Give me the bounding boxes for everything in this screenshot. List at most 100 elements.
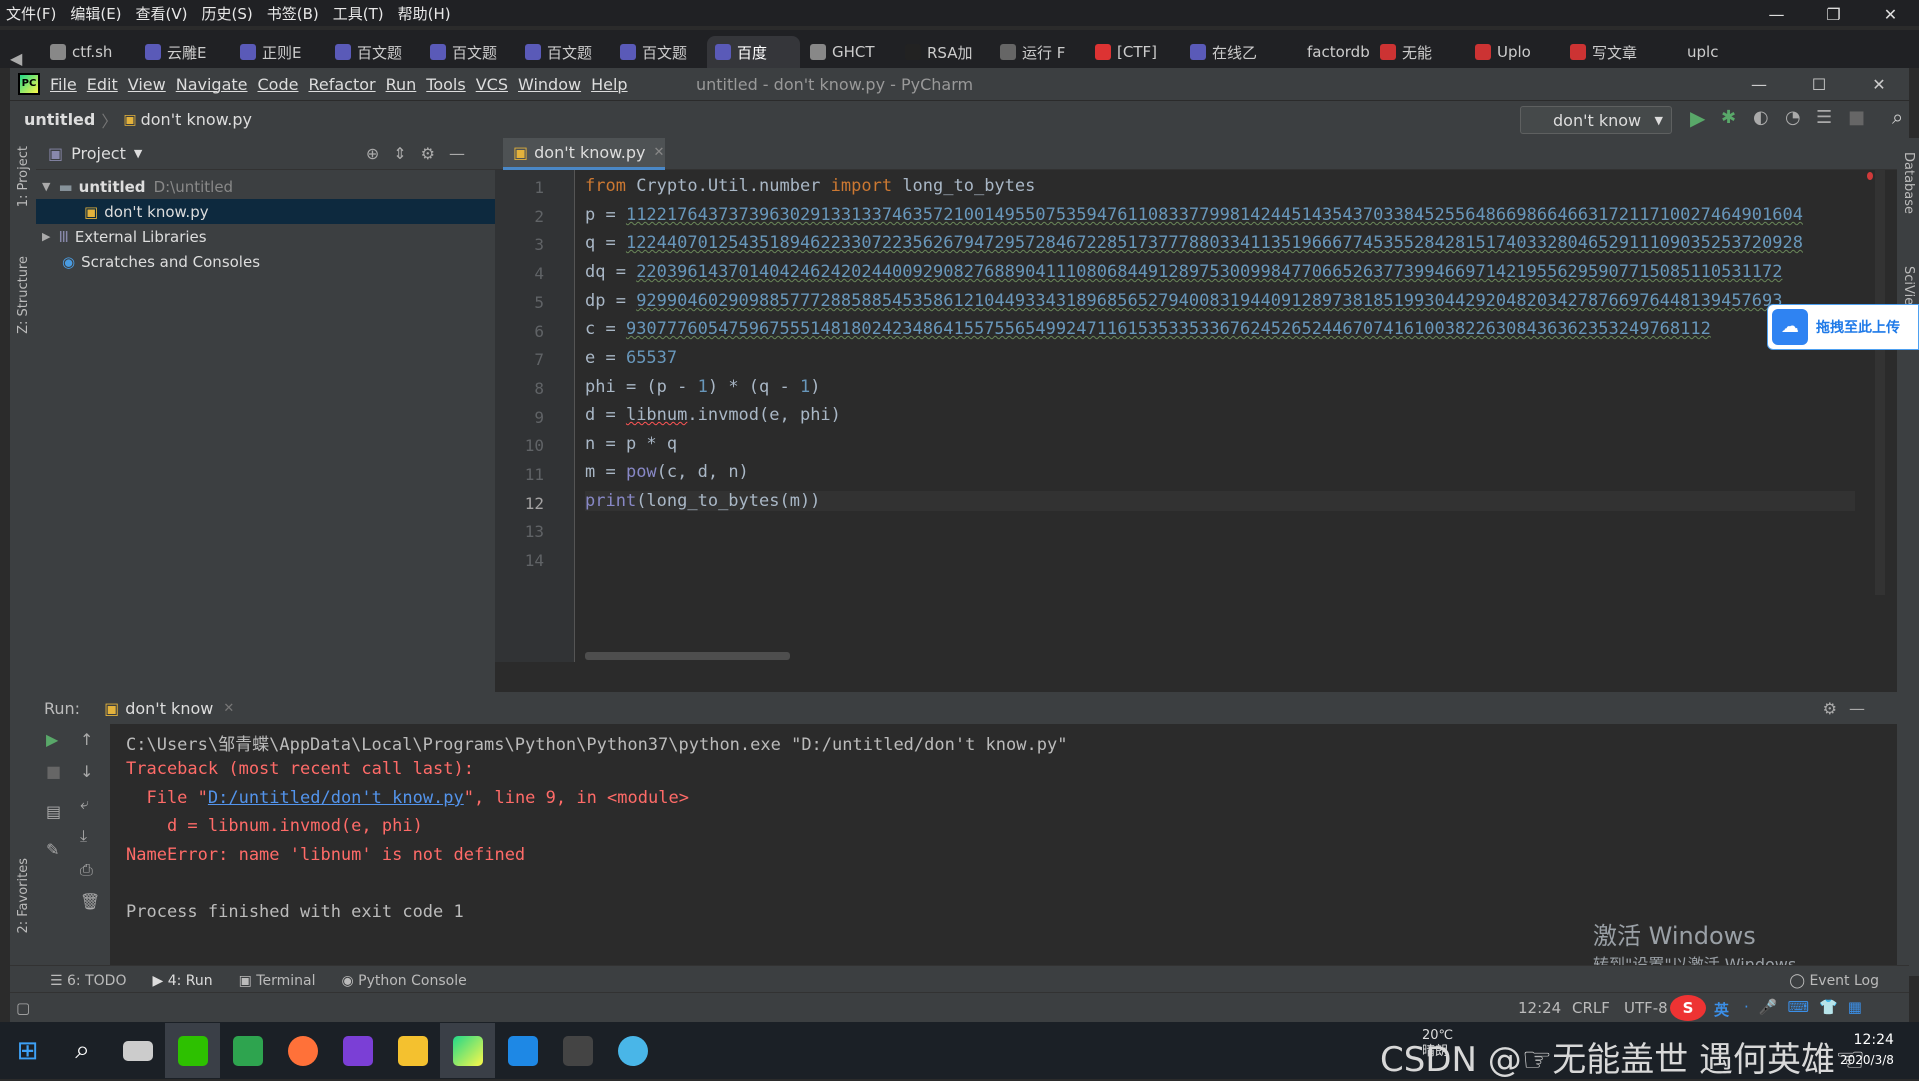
ide-menu-tools[interactable]: Tools bbox=[426, 75, 465, 94]
ide-menu-run[interactable]: Run bbox=[386, 75, 417, 94]
scroll-end-icon[interactable]: ⤓ bbox=[80, 826, 87, 846]
ide-menu-file[interactable]: File bbox=[50, 75, 77, 94]
ide-menu-navigate[interactable]: Navigate bbox=[176, 75, 248, 94]
browser-tab[interactable]: 在线乙 bbox=[1182, 36, 1275, 68]
terminal-tab[interactable]: ▣ Terminal bbox=[239, 973, 316, 989]
caret-position[interactable]: 12:24 bbox=[1518, 999, 1561, 1017]
visual-studio-app[interactable] bbox=[330, 1023, 385, 1078]
stop-icon[interactable]: ■ bbox=[46, 762, 61, 781]
ide-maximize-button[interactable]: ☐ bbox=[1789, 75, 1849, 94]
tree-scratches[interactable]: ◉ Scratches and Consoles bbox=[36, 249, 495, 274]
event-log-tab[interactable]: ◯ Event Log bbox=[1789, 973, 1879, 989]
tree-root[interactable]: ▼ ▬ untitled D:\untitled bbox=[36, 174, 495, 199]
tree-file[interactable]: ▣ don't know.py bbox=[36, 199, 495, 224]
tree-external-libraries[interactable]: ▶ Ⅲ External Libraries bbox=[36, 224, 495, 249]
browser-menu-item[interactable]: 书签(B) bbox=[267, 3, 319, 24]
todo-tab[interactable]: ☰ 6: TODO bbox=[50, 973, 126, 989]
browser-tab[interactable]: GHCT bbox=[802, 36, 895, 68]
ide-menu-view[interactable]: View bbox=[128, 75, 166, 94]
start-button[interactable]: ⊞ bbox=[0, 1023, 55, 1078]
pycharm-app[interactable] bbox=[440, 1023, 495, 1078]
layout-icon[interactable]: ▤ bbox=[46, 802, 61, 821]
ide-menu-vcs[interactable]: VCS bbox=[476, 75, 508, 94]
close-tab-icon[interactable]: ✕ bbox=[654, 145, 665, 160]
browser-menu-item[interactable]: 查看(V) bbox=[136, 3, 188, 24]
breadcrumb-file[interactable]: don't know.py bbox=[141, 110, 252, 129]
browser-tab[interactable]: [CTF] bbox=[1087, 36, 1180, 68]
browser-menu-item[interactable]: 帮助(H) bbox=[398, 3, 451, 24]
concurrency-icon[interactable]: ☰ bbox=[1816, 107, 1832, 128]
browser-tab[interactable]: uplc bbox=[1657, 36, 1750, 68]
tabs-scroll-left-icon[interactable]: ◀ bbox=[10, 49, 40, 68]
wechat-app[interactable] bbox=[165, 1023, 220, 1078]
browser-tab[interactable]: 无能 bbox=[1372, 36, 1465, 68]
debug-icon[interactable]: ✱ bbox=[1721, 107, 1736, 128]
browser-tab[interactable]: Uplo bbox=[1467, 36, 1560, 68]
ide-menu-refactor[interactable]: Refactor bbox=[308, 75, 375, 94]
line-separator[interactable]: CRLF bbox=[1572, 999, 1610, 1017]
browser-tab[interactable]: 百文题 bbox=[327, 36, 420, 68]
file-encoding[interactable]: UTF-8 bbox=[1624, 999, 1668, 1017]
breadcrumb-project[interactable]: untitled bbox=[24, 110, 95, 129]
ide-menu-code[interactable]: Code bbox=[258, 75, 299, 94]
down-icon[interactable]: ↓ bbox=[80, 762, 93, 781]
run-tool-tab[interactable]: ▶ 4: Run bbox=[152, 973, 212, 989]
browser-menu-item[interactable]: 文件(F) bbox=[6, 3, 56, 24]
run-tab[interactable]: don't know bbox=[125, 699, 213, 718]
ide-menu-edit[interactable]: Edit bbox=[87, 75, 118, 94]
ide-menu-window[interactable]: Window bbox=[518, 75, 581, 94]
trash-icon[interactable]: 🗑 bbox=[80, 892, 100, 911]
pin-icon[interactable]: ✎ bbox=[46, 840, 59, 859]
run-config-select[interactable]: don't know ▼ bbox=[1520, 106, 1672, 134]
ide-close-button[interactable]: ✕ bbox=[1849, 75, 1909, 94]
code-editor[interactable]: 1 2 3 4 5 6 7 8 9 10 11 12 13 14 from Crypto.Util.num… bbox=[495, 170, 1897, 662]
traceback-link[interactable]: D:/untitled/don't know.py bbox=[208, 788, 464, 808]
browser-tab[interactable]: 百度 bbox=[707, 36, 800, 68]
browser-tab[interactable]: 正则E bbox=[232, 36, 325, 68]
structure-tool-tab[interactable]: Z: Structure bbox=[16, 256, 31, 334]
close-button[interactable]: ✕ bbox=[1862, 0, 1919, 30]
coverage-icon[interactable]: ◐ bbox=[1753, 107, 1769, 128]
taskbar-search[interactable]: ⌕ bbox=[55, 1023, 110, 1078]
task-view[interactable] bbox=[110, 1023, 165, 1078]
ime-mode[interactable]: 英 bbox=[1714, 999, 1729, 1020]
baidu-upload-widget[interactable]: ☁ 拖拽至此上传 bbox=[1767, 304, 1919, 350]
search-icon[interactable]: ⌕ bbox=[1892, 105, 1903, 129]
editor-tab[interactable]: ▣ don't know.py ✕ bbox=[503, 138, 665, 170]
favorites-tool-tab[interactable]: 2: Favorites bbox=[16, 858, 31, 934]
up-icon[interactable]: ↑ bbox=[80, 730, 93, 749]
project-toolbar-icons[interactable]: ⊕⇕⚙— bbox=[366, 144, 479, 163]
close-tab-icon[interactable]: ✕ bbox=[223, 701, 234, 716]
soft-wrap-icon[interactable]: ⤶ bbox=[80, 794, 89, 814]
layout-toggle-icon[interactable]: ▢ bbox=[16, 999, 30, 1017]
browser-menu-item[interactable]: 历史(S) bbox=[202, 3, 253, 24]
browser-tab[interactable]: ctf.sh bbox=[42, 36, 135, 68]
minimize-button[interactable]: — bbox=[1748, 0, 1805, 30]
horizontal-scrollbar[interactable] bbox=[585, 652, 790, 660]
browser-tab[interactable]: factordb. bbox=[1277, 36, 1370, 68]
ide-menu-help[interactable]: Help bbox=[591, 75, 627, 94]
rerun-icon[interactable]: ▶ bbox=[46, 730, 58, 749]
terminal-app[interactable] bbox=[550, 1023, 605, 1078]
maximize-button[interactable]: ❐ bbox=[1805, 0, 1862, 30]
stop-icon[interactable]: ■ bbox=[1848, 107, 1865, 128]
error-indicator-icon[interactable] bbox=[1867, 172, 1873, 180]
browser-menu-item[interactable]: 工具(T) bbox=[333, 3, 384, 24]
browser-menu-item[interactable]: 编辑(E) bbox=[70, 3, 121, 24]
file-explorer-app[interactable] bbox=[385, 1023, 440, 1078]
browser-tab[interactable]: 运行 F bbox=[992, 36, 1085, 68]
python-console-tab[interactable]: ◉ Python Console bbox=[341, 973, 466, 989]
remote-app[interactable] bbox=[220, 1023, 275, 1078]
browser-tab[interactable]: 云雕E bbox=[137, 36, 230, 68]
ime-toolbar-icons[interactable]: ·🎤⌨👕▦ bbox=[1744, 998, 1872, 1016]
browser-tab[interactable]: RSA加 bbox=[897, 36, 990, 68]
database-tool-tab[interactable]: Database bbox=[1901, 152, 1916, 214]
browser-tab[interactable]: 百文题 bbox=[517, 36, 610, 68]
firefox-app[interactable] bbox=[275, 1023, 330, 1078]
project-tool-tab[interactable]: 1: Project bbox=[16, 146, 31, 207]
browser-tab[interactable]: 写文章 bbox=[1562, 36, 1655, 68]
ide-minimize-button[interactable]: — bbox=[1729, 75, 1789, 94]
browser-app[interactable] bbox=[605, 1023, 660, 1078]
project-view-selector[interactable]: Project bbox=[71, 144, 126, 163]
print-icon[interactable]: ⎙ bbox=[80, 860, 93, 880]
